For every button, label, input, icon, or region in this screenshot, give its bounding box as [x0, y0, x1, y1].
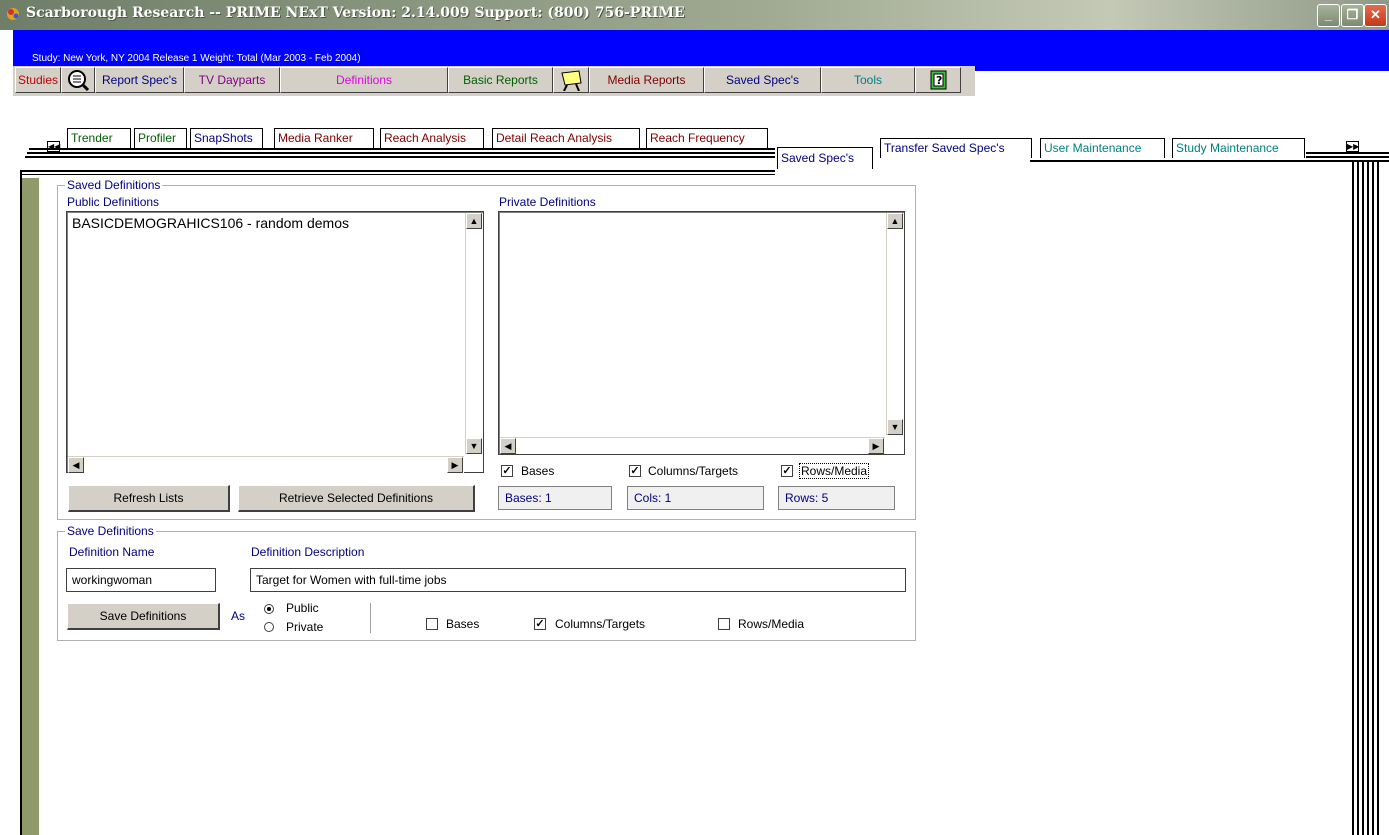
columns-targets-checkbox-label: Columns/Targets: [648, 464, 739, 478]
tab-user-maintenance[interactable]: User Maintenance: [1040, 138, 1165, 158]
tab-transfer-saved-specs[interactable]: Transfer Saved Spec's: [880, 138, 1032, 158]
app-logo-icon: [5, 6, 21, 22]
private-radio[interactable]: [264, 622, 274, 632]
tab-snapshots[interactable]: SnapShots: [190, 128, 263, 148]
scroll-up-icon[interactable]: ▲: [887, 213, 903, 229]
definition-name-input[interactable]: workingwoman: [66, 568, 216, 592]
private-list-hscrollbar[interactable]: ◀ ▶: [500, 437, 885, 454]
window-title: Scarborough Research -- PRIME NExT Versi…: [26, 5, 685, 21]
save-bases-checkbox[interactable]: [426, 618, 438, 630]
rows-count: Rows: 5: [778, 486, 895, 510]
report-preview-button[interactable]: [61, 67, 95, 93]
tab-detail-reach-analysis[interactable]: Detail Reach Analysis: [492, 128, 640, 148]
public-list-hscrollbar[interactable]: ◀ ▶: [68, 456, 464, 473]
save-columns-targets-checkbox[interactable]: ✓: [534, 618, 546, 630]
save-columns-targets-checkbox-label: Columns/Targets: [555, 617, 646, 631]
tab-saved-specs[interactable]: Saved Spec's: [777, 147, 873, 169]
save-bases-checkbox-label: Bases: [446, 617, 480, 631]
tab-media-ranker[interactable]: Media Ranker: [274, 128, 374, 148]
save-rows-media-checkbox-label: Rows/Media: [738, 617, 805, 631]
divider: [370, 603, 371, 633]
public-definitions-label: Public Definitions: [67, 195, 160, 209]
cols-count: Cols: 1: [627, 486, 764, 510]
menu-basic-reports-button[interactable]: Basic Reports: [448, 67, 553, 93]
save-definitions-title: Save Definitions: [65, 524, 156, 538]
study-info: Study: New York, NY 2004 Release 1 Weigh…: [32, 53, 361, 64]
bases-count: Bases: 1: [498, 486, 612, 510]
tab-reach-analysis[interactable]: Reach Analysis: [380, 128, 484, 148]
private-definitions-label: Private Definitions: [499, 195, 596, 209]
left-margin-band: [22, 178, 39, 835]
menu-studies-button[interactable]: Studies: [15, 67, 61, 93]
menu-saved-specs-button[interactable]: Saved Spec's: [704, 67, 821, 93]
columns-targets-checkbox[interactable]: ✓: [629, 465, 641, 477]
scroll-left-icon[interactable]: ◀: [68, 457, 84, 473]
bases-checkbox-label: Bases: [521, 464, 555, 478]
rows-media-checkbox-label: Rows/Media: [799, 463, 870, 479]
study-bar: [13, 30, 1389, 71]
magnifier-document-icon: [68, 70, 90, 92]
scroll-right-icon[interactable]: ▶: [447, 457, 463, 473]
restore-button[interactable]: ❐: [1341, 4, 1364, 27]
refresh-lists-button[interactable]: Refresh Lists: [68, 485, 230, 512]
public-list-vscrollbar[interactable]: ▲ ▼: [465, 213, 483, 454]
private-list-vscrollbar[interactable]: ▲ ▼: [886, 213, 904, 435]
public-definitions-list[interactable]: BASICDEMOGRAHICS106 - random demos ▲ ▼ ◀…: [66, 211, 484, 473]
public-radio-label: Public: [286, 601, 319, 615]
private-radio-label: Private: [286, 620, 324, 634]
save-rows-media-checkbox[interactable]: [718, 618, 730, 630]
saved-definitions-title: Saved Definitions: [65, 178, 163, 192]
menu-tv-dayparts-button[interactable]: TV Dayparts: [184, 67, 280, 93]
tab-scroll-right-icon[interactable]: ▶▶: [1346, 141, 1359, 152]
tab-scroll-left-icon[interactable]: ◀◀: [47, 141, 60, 152]
menu-media-reports-button[interactable]: Media Reports: [589, 67, 704, 93]
tab-profiler[interactable]: Profiler: [134, 128, 187, 148]
scroll-down-icon[interactable]: ▼: [466, 438, 482, 454]
menu-report-specs-button[interactable]: Report Spec's: [95, 67, 184, 93]
scroll-right-icon[interactable]: ▶: [868, 438, 884, 454]
easel-icon: [561, 70, 582, 92]
tab-reach-frequency[interactable]: Reach Frequency: [646, 128, 768, 148]
chart-tool-button[interactable]: [553, 67, 589, 93]
menu-tools-button[interactable]: Tools: [821, 67, 915, 93]
public-definition-item[interactable]: BASICDEMOGRAHICS106 - random demos: [72, 215, 349, 231]
scroll-up-icon[interactable]: ▲: [466, 213, 482, 229]
help-button[interactable]: ?: [915, 67, 961, 93]
minimize-button[interactable]: _: [1317, 4, 1340, 27]
rows-media-checkbox[interactable]: ✓: [781, 465, 793, 477]
retrieve-selected-definitions-button[interactable]: Retrieve Selected Definitions: [238, 485, 475, 512]
private-definitions-list[interactable]: ▲ ▼ ◀ ▶: [498, 211, 905, 455]
scroll-down-icon[interactable]: ▼: [887, 419, 903, 435]
save-definitions-button[interactable]: Save Definitions: [67, 603, 220, 630]
public-radio[interactable]: [264, 604, 274, 614]
svg-text:?: ?: [936, 74, 942, 87]
help-book-icon: ?: [930, 70, 947, 90]
tab-trender[interactable]: Trender: [67, 128, 131, 148]
scroll-left-icon[interactable]: ◀: [500, 438, 516, 454]
as-label: As: [231, 609, 246, 623]
close-button[interactable]: ✕: [1364, 4, 1387, 27]
menu-definitions-button[interactable]: Definitions: [280, 67, 448, 93]
definition-name-label: Definition Name: [69, 545, 155, 559]
bases-checkbox[interactable]: ✓: [501, 465, 513, 477]
definition-description-label: Definition Description: [251, 545, 365, 559]
tab-study-maintenance[interactable]: Study Maintenance: [1172, 138, 1305, 158]
definition-description-input[interactable]: Target for Women with full-time jobs: [250, 568, 906, 592]
